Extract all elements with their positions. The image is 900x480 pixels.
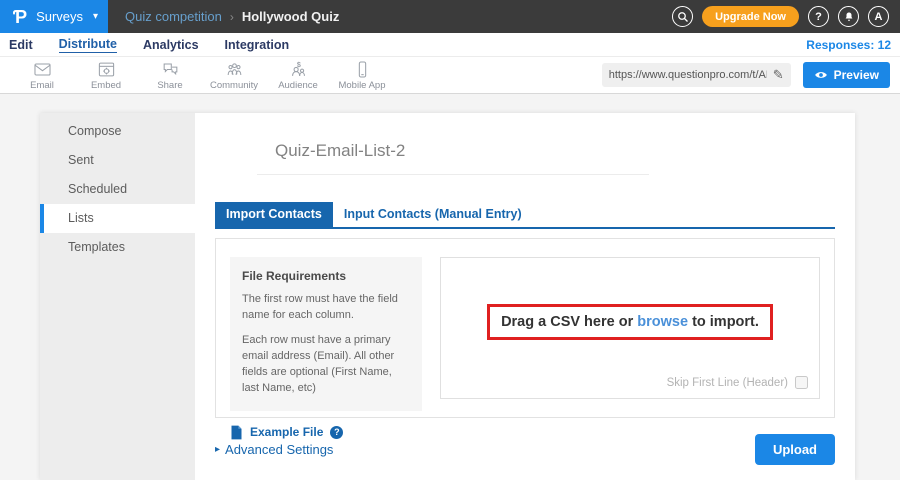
responses-count[interactable]: Responses: 12	[806, 38, 891, 52]
help-button[interactable]: ?	[808, 6, 829, 27]
survey-url-box: ✎	[602, 63, 791, 87]
distribute-toolbar: Email Embed Share Community $	[0, 57, 900, 94]
help-icon[interactable]: ?	[330, 426, 343, 439]
tool-mobile-app-label: Mobile App	[338, 80, 385, 91]
advanced-settings-toggle[interactable]: ▸ Advanced Settings	[215, 442, 333, 457]
requirements-column: File Requirements The first row must hav…	[230, 257, 422, 399]
sidebar-item-templates[interactable]: Templates	[40, 233, 195, 262]
file-requirements-line2: Each row must have a primary email addre…	[242, 333, 410, 397]
mobile-app-icon	[353, 60, 372, 79]
breadcrumb: Quiz competition › Hollywood Quiz	[125, 9, 339, 24]
breadcrumb-parent[interactable]: Quiz competition	[125, 9, 222, 24]
notifications-button[interactable]	[838, 6, 859, 27]
questionpro-logo-icon: Ƥ	[13, 8, 27, 26]
example-file-link[interactable]: Example File	[250, 425, 323, 439]
sidebar-item-compose[interactable]: Compose	[40, 117, 195, 146]
nav-item-analytics[interactable]: Analytics	[143, 38, 199, 52]
survey-nav: Edit Distribute Analytics Integration Re…	[0, 33, 900, 57]
preview-button[interactable]: Preview	[803, 62, 890, 88]
tab-import-contacts[interactable]: Import Contacts	[215, 202, 333, 227]
nav-item-distribute[interactable]: Distribute	[59, 37, 117, 53]
audience-icon: $	[289, 60, 308, 79]
file-icon	[230, 425, 243, 440]
skip-first-line-row: Skip First Line (Header)	[667, 376, 808, 389]
skip-first-line-label: Skip First Line (Header)	[667, 377, 788, 389]
bell-icon	[843, 11, 855, 23]
breadcrumb-separator: ›	[230, 10, 234, 24]
email-icon	[33, 60, 52, 79]
nav-item-integration[interactable]: Integration	[225, 38, 290, 52]
sidebar-item-scheduled[interactable]: Scheduled	[40, 175, 195, 204]
file-requirements-title: File Requirements	[242, 269, 410, 283]
sidebar-item-sent[interactable]: Sent	[40, 146, 195, 175]
tool-mobile-app[interactable]: Mobile App	[330, 60, 394, 91]
surveys-menu[interactable]: Ƥ Surveys ▾	[0, 0, 108, 33]
upgrade-now-button[interactable]: Upgrade Now	[702, 6, 799, 27]
share-icon	[161, 60, 180, 79]
email-lists-panel: Compose Sent Scheduled Lists Templates Q…	[40, 113, 855, 480]
upload-button[interactable]: Upload	[755, 434, 835, 465]
tool-embed-label: Embed	[91, 80, 121, 91]
tool-email-label: Email	[30, 80, 54, 91]
eye-icon	[814, 68, 828, 82]
lists-content: Quiz-Email-List-2 Import Contacts Input …	[195, 113, 855, 480]
avatar[interactable]: A	[868, 6, 889, 27]
search-button[interactable]	[672, 6, 693, 27]
email-sidebar: Compose Sent Scheduled Lists Templates	[40, 113, 195, 480]
file-requirements-box: File Requirements The first row must hav…	[230, 257, 422, 411]
dropzone-text-after: to import.	[692, 314, 759, 330]
community-icon	[225, 60, 244, 79]
advanced-settings-label: Advanced Settings	[225, 442, 333, 457]
skip-first-line-checkbox[interactable]	[795, 376, 808, 389]
csv-dropzone[interactable]: Drag a CSV here or browse to import. Ski…	[440, 257, 820, 399]
triangle-right-icon: ▸	[215, 444, 220, 455]
import-contacts-panel: File Requirements The first row must hav…	[215, 238, 835, 418]
top-bar: Ƥ Surveys ▾ Quiz competition › Hollywood…	[0, 0, 900, 33]
dropzone-text-before: Drag a CSV here or	[501, 314, 633, 330]
embed-icon	[97, 60, 116, 79]
nav-item-edit[interactable]: Edit	[9, 38, 33, 52]
survey-url-input[interactable]	[609, 69, 767, 81]
tool-embed[interactable]: Embed	[74, 60, 138, 91]
tool-audience[interactable]: $ Audience	[266, 60, 330, 91]
browse-link[interactable]: browse	[637, 314, 688, 330]
sidebar-item-lists[interactable]: Lists	[40, 204, 195, 233]
topbar-actions: Upgrade Now ? A	[672, 6, 900, 27]
tool-community-label: Community	[210, 80, 258, 91]
tool-share[interactable]: Share	[138, 60, 202, 91]
dropzone-text: Drag a CSV here or browse to import.	[501, 314, 759, 330]
contacts-tabs: Import Contacts Input Contacts (Manual E…	[215, 202, 835, 229]
preview-label: Preview	[834, 68, 879, 82]
list-name-field[interactable]: Quiz-Email-List-2	[257, 141, 649, 175]
highlight-red-box: Drag a CSV here or browse to import.	[487, 304, 773, 340]
product-label: Surveys	[36, 9, 83, 24]
tool-email[interactable]: Email	[10, 60, 74, 91]
edit-url-icon[interactable]: ✎	[773, 67, 784, 83]
tab-input-contacts-manual[interactable]: Input Contacts (Manual Entry)	[333, 202, 533, 227]
chevron-down-icon: ▾	[93, 11, 98, 22]
example-file-row: Example File ?	[230, 425, 422, 440]
file-requirements-line1: The first row must have the field name f…	[242, 292, 410, 324]
tool-community[interactable]: Community	[202, 60, 266, 91]
tool-share-label: Share	[157, 80, 182, 91]
search-icon	[677, 11, 689, 23]
breadcrumb-current: Hollywood Quiz	[242, 9, 340, 24]
tool-audience-label: Audience	[278, 80, 318, 91]
